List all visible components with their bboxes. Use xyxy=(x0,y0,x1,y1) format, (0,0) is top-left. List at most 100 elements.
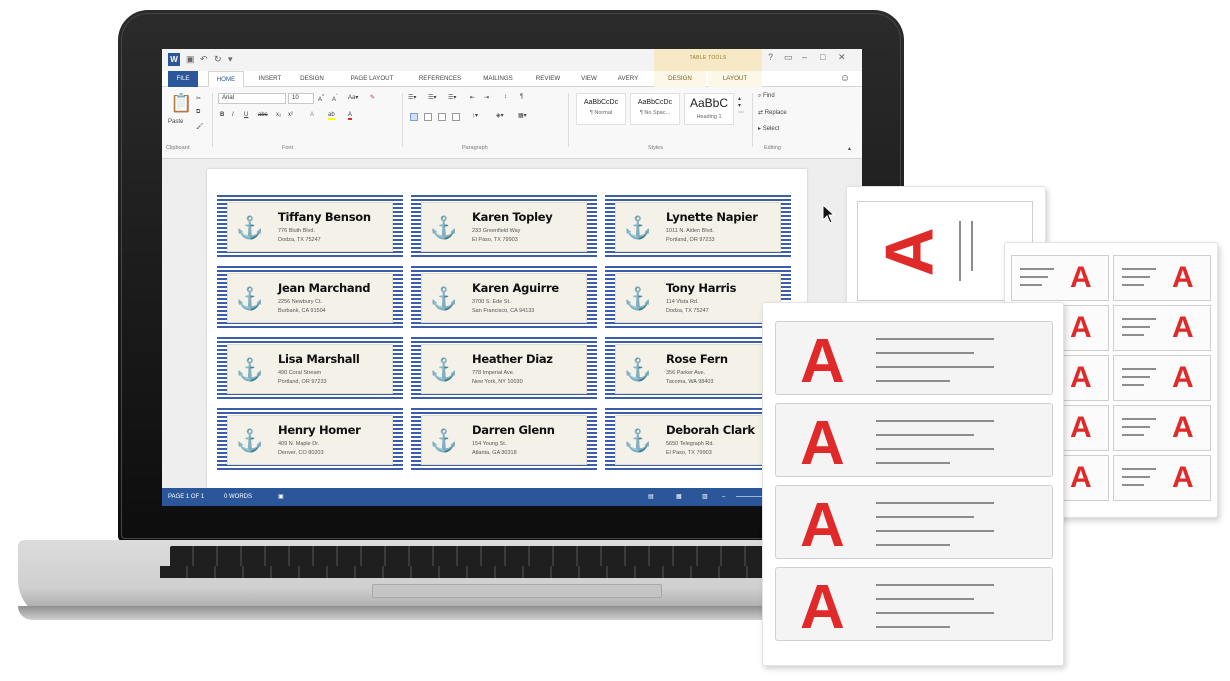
bold-icon[interactable]: B xyxy=(220,112,224,118)
grow-font-icon[interactable]: A^ xyxy=(318,94,324,103)
separator xyxy=(568,93,569,147)
address-label[interactable]: ⚓ Heather Diaz 778 Imperial Ave. New York, … xyxy=(411,337,597,401)
maximize-icon[interactable]: □ xyxy=(820,52,825,62)
bullets-icon[interactable]: ☰▾ xyxy=(408,94,416,101)
separator xyxy=(402,93,403,147)
copy-icon[interactable]: ⧉ xyxy=(196,109,200,116)
tab-mailings[interactable]: MAILINGS xyxy=(474,71,522,87)
style-heading-1[interactable]: AaBbC Heading 1 xyxy=(684,93,734,125)
tab-home[interactable]: HOME xyxy=(208,71,244,88)
address-label[interactable]: ⚓ Henry Homer 409 N. Maple Dr. Denver, CO 8… xyxy=(217,408,403,472)
clear-format-icon[interactable]: ✎ xyxy=(370,94,375,101)
account-icon[interactable]: ☺ xyxy=(834,71,856,87)
text-effects-icon[interactable]: A xyxy=(310,112,314,118)
italic-icon[interactable]: I xyxy=(232,112,234,118)
address-label[interactable]: ⚓ Lisa Marshall 490 Coral Stream Portland, … xyxy=(217,337,403,401)
justify-icon[interactable] xyxy=(452,113,460,121)
save-icon[interactable]: ▣ xyxy=(186,54,196,64)
address-line-1: 3700 S. Ede St. xyxy=(472,299,511,305)
group-font: Font xyxy=(282,145,294,151)
tab-references[interactable]: REFERENCES xyxy=(412,71,468,87)
strikethrough-icon[interactable]: abc xyxy=(258,112,268,118)
shading-icon[interactable]: ◈▾ xyxy=(496,112,504,119)
select-label: Select xyxy=(762,126,780,132)
line-spacing-icon[interactable]: ↕▾ xyxy=(472,112,478,119)
minimize-icon[interactable]: – xyxy=(802,52,807,62)
address-label[interactable]: ⚓ Jean Marchand 2256 Newbury Ct. Burbank, C… xyxy=(217,266,403,330)
address-label[interactable]: ⚓ Karen Aguirre 3700 S. Ede St. San Francis… xyxy=(411,266,597,330)
undo-icon[interactable]: ↶ xyxy=(200,54,210,64)
address-line-1: 154 Young St. xyxy=(472,441,507,447)
subscript-icon[interactable]: x₂ xyxy=(276,112,281,118)
replace-button[interactable]: ⇄ Replace xyxy=(758,109,787,116)
close-icon[interactable]: ✕ xyxy=(838,52,846,63)
paste-button[interactable]: Paste xyxy=(168,119,183,125)
align-right-icon[interactable] xyxy=(438,113,446,121)
collapse-ribbon-icon[interactable]: ▴ xyxy=(848,145,851,152)
text-line xyxy=(876,448,994,450)
tab-view[interactable]: VIEW xyxy=(574,71,604,87)
tab-table-layout[interactable]: LAYOUT xyxy=(708,71,762,87)
read-mode-icon[interactable]: ▤ xyxy=(648,488,654,506)
sort-icon[interactable]: ↕ xyxy=(504,94,507,100)
customize-icon[interactable]: ▾ xyxy=(228,54,238,64)
change-case-icon[interactable]: Aa▾ xyxy=(348,94,358,101)
address-label[interactable]: ⚓ Lynette Napier 1011 N. Aiden Blvd. Portla… xyxy=(605,195,791,259)
address-label[interactable]: ⚓ Darren Glenn 154 Young St. Atlanta, GA 30… xyxy=(411,408,597,472)
tab-avery[interactable]: AVERY xyxy=(610,71,646,87)
decrease-indent-icon[interactable]: ⇤ xyxy=(470,94,475,101)
superscript-icon[interactable]: x² xyxy=(288,112,293,118)
font-size-box[interactable]: 10 xyxy=(288,93,314,104)
print-layout-icon[interactable]: ▦ xyxy=(676,488,682,506)
text-line xyxy=(1020,284,1042,286)
find-button[interactable]: ⌕ Find xyxy=(758,93,775,100)
proofing-icon[interactable]: ▣ xyxy=(278,488,284,506)
document-area[interactable]: ⚓ Tiffany Benson 776 Bluth Blvd. Dodza, TX … xyxy=(162,159,862,499)
numbering-icon[interactable]: ☰▾ xyxy=(428,94,436,101)
ribbon-options-icon[interactable]: ▭ xyxy=(784,52,793,63)
letter-a: A xyxy=(1172,261,1194,294)
address-label[interactable]: ⚓ Tiffany Benson 776 Bluth Blvd. Dodza, TX … xyxy=(217,195,403,259)
tab-file[interactable]: FILE xyxy=(168,71,198,87)
tab-design[interactable]: DESIGN xyxy=(294,71,330,87)
text-line xyxy=(1122,368,1156,370)
recipient-name: Karen Aguirre xyxy=(472,281,559,295)
redo-icon[interactable]: ↻ xyxy=(214,54,224,64)
highlight-icon[interactable]: ab xyxy=(328,112,335,120)
letter-a: A xyxy=(1070,461,1092,494)
page-count[interactable]: PAGE 1 OF 1 xyxy=(168,488,204,506)
underline-icon[interactable]: U xyxy=(244,112,248,118)
cut-icon[interactable]: ✂ xyxy=(196,95,201,102)
multilevel-icon[interactable]: ☰▾ xyxy=(448,94,456,101)
address-label[interactable]: ⚓ Karen Topley 233 Greenfield Way El Paso, … xyxy=(411,195,597,259)
separator xyxy=(752,93,753,147)
align-center-icon[interactable] xyxy=(424,113,432,121)
style-normal[interactable]: AaBbCcDc ¶ Normal xyxy=(576,93,626,125)
separator xyxy=(212,93,213,147)
anchor-icon: ⚓ xyxy=(430,215,458,240)
increase-indent-icon[interactable]: ⇥ xyxy=(484,94,489,101)
align-left-icon[interactable] xyxy=(410,113,418,121)
tab-table-design[interactable]: DESIGN xyxy=(654,71,706,87)
label-panel: ⚓ Tony Harris 114 Vista Rd. Dodza, TX 75247 xyxy=(615,273,781,323)
large-label: A xyxy=(775,567,1053,642)
style-no-spacing[interactable]: AaBbCcDc ¶ No Spac... xyxy=(630,93,680,125)
show-marks-icon[interactable]: ¶ xyxy=(520,94,523,100)
font-color-icon[interactable]: A xyxy=(348,112,353,120)
paste-icon[interactable]: 📋 xyxy=(170,93,192,114)
tab-review[interactable]: REVIEW xyxy=(528,71,568,87)
help-icon[interactable]: ? xyxy=(768,52,773,62)
zoom-out-icon[interactable]: – xyxy=(722,488,725,506)
shrink-font-icon[interactable]: Aˇ xyxy=(332,94,338,103)
select-button[interactable]: ▸ Select xyxy=(758,125,779,132)
tab-page-layout[interactable]: PAGE LAYOUT xyxy=(340,71,404,87)
text-line xyxy=(876,626,950,628)
document-page[interactable]: ⚓ Tiffany Benson 776 Bluth Blvd. Dodza, TX … xyxy=(207,169,807,499)
tab-insert[interactable]: INSERT xyxy=(252,71,288,87)
word-count[interactable]: 0 WORDS xyxy=(224,488,252,506)
styles-scroll-icon[interactable]: ▴ ▾ ⋯ xyxy=(738,95,744,116)
borders-icon[interactable]: ▦▾ xyxy=(518,112,527,119)
format-painter-icon[interactable]: 🖌 xyxy=(196,123,204,130)
web-layout-icon[interactable]: ▥ xyxy=(702,488,708,506)
font-name-box[interactable]: Arial xyxy=(218,93,286,104)
